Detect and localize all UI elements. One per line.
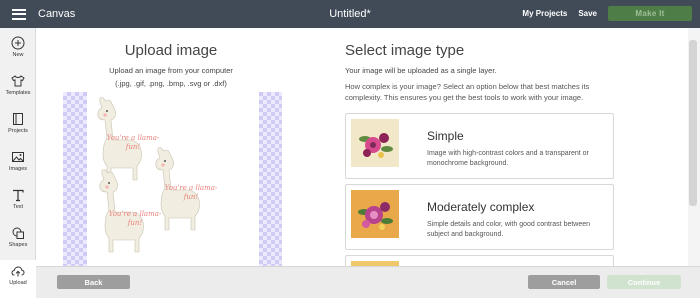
plus-circle-icon [11,36,25,50]
sidebar-item-shapes[interactable]: Shapes [0,222,36,260]
scrollbar-thumb[interactable] [689,40,697,206]
llama-caption: You're a llama-fun! [164,184,218,201]
make-it-button: Make It [608,6,692,21]
sidebar-item-images[interactable]: Images [0,146,36,184]
projects-icon [13,113,23,125]
upload-title: Upload image [124,42,218,59]
cancel-button[interactable]: Cancel [528,275,600,289]
top-bar: Canvas Untitled* My Projects Save Make I… [0,0,700,28]
text-icon [13,189,24,202]
sidebar-item-new[interactable]: New [0,32,36,70]
sidebar-item-templates[interactable]: Templates [0,70,36,108]
bottom-bar: Back Cancel Continue [36,266,700,298]
sidebar: New Templates Projects Images Text Shape… [0,28,36,298]
option-moderately-complex[interactable]: Moderately complex Simple details and co… [345,184,614,250]
sidebar-item-label: Images [8,166,28,172]
llama-illustration: You're a llama-fun! [97,97,200,253]
sidebar-item-label: Shapes [8,242,28,248]
complexity-description: How complex is your image? Select an opt… [345,82,590,102]
continue-button: Continue [607,275,681,289]
image-preview: You're a llama-fun! You're a llama-fun! … [63,92,282,266]
simple-thumbnail [351,119,399,167]
shapes-icon [12,227,24,239]
sidebar-item-label: Text [12,204,24,210]
sidebar-item-label: New [12,52,24,58]
menu-icon[interactable] [12,8,26,20]
my-projects-link[interactable]: My Projects [522,9,567,18]
sidebar-item-text[interactable]: Text [0,184,36,222]
option-simple-description: Image with high-contrast colors and a tr… [427,150,589,167]
sidebar-item-label: Projects [8,128,28,134]
option-moderately-complex-description: Simple details and color, with good cont… [427,221,591,238]
cloud-upload-icon [11,266,25,277]
llama-caption: You're a llama-fun! [108,210,162,227]
sidebar-item-label: Upload [9,280,27,286]
single-layer-note: Your image will be uploaded as a single … [345,66,497,75]
shirt-icon [11,75,25,87]
sidebar-item-upload[interactable]: Upload [0,260,36,298]
moderately-complex-thumbnail [351,190,399,238]
llama-caption: You're a llama-fun! [106,134,160,151]
app-title: Canvas [38,8,76,20]
save-link[interactable]: Save [578,9,597,18]
option-moderately-complex-name: Moderately complex [427,200,535,214]
image-type-title: Select image type [345,42,465,59]
option-simple[interactable]: Simple Image with high-contrast colors a… [345,113,614,179]
upload-subtitle: Upload an image from your computer [109,66,233,75]
back-button[interactable]: Back [57,275,130,289]
image-icon [12,152,24,162]
sidebar-item-projects[interactable]: Projects [0,108,36,146]
upload-formats: (.jpg, .gif, .png, .bmp, .svg or .dxf) [115,79,227,88]
sidebar-item-label: Templates [5,90,31,96]
option-simple-name: Simple [427,129,464,143]
